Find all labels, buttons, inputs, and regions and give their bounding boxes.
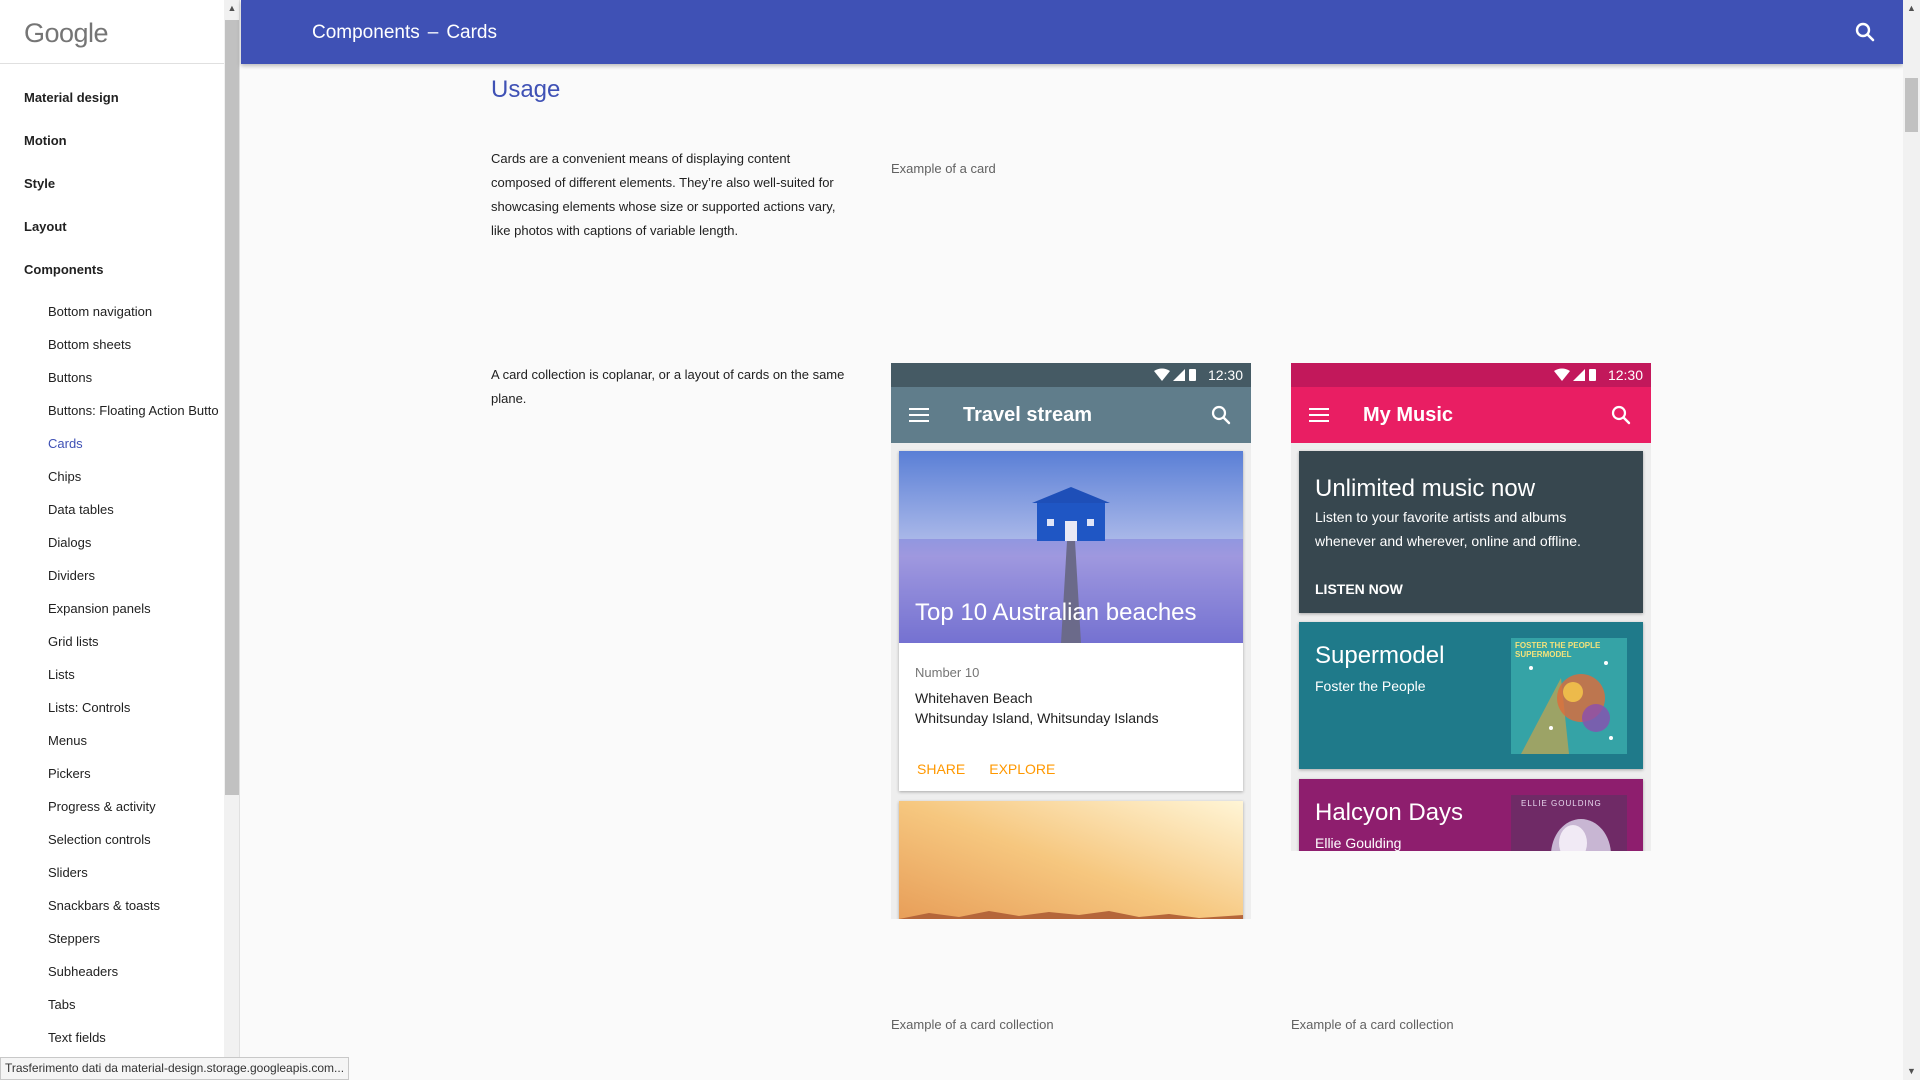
google-logo[interactable]: Google: [0, 0, 239, 64]
card-subtitle: Ellie Goulding: [1315, 835, 1402, 851]
sidebar-item-grid-lists[interactable]: Grid lists: [0, 625, 224, 658]
sidebar-scrollbar-thumb[interactable]: [225, 20, 239, 795]
search-icon[interactable]: [1853, 20, 1877, 44]
sidebar-scrollbar[interactable]: ▲: [224, 0, 239, 1080]
menu-icon[interactable]: [1309, 405, 1329, 425]
status-time: 12:30: [1207, 367, 1243, 383]
sidebar-section-style[interactable]: Style: [0, 162, 224, 205]
scroll-down-arrow-icon[interactable]: ▼: [1903, 1063, 1920, 1080]
status-icons: [1553, 368, 1597, 387]
my-music-phone: 12:30 My Music Unlimited music now Liste…: [1291, 363, 1651, 851]
sidebar-item-bottom-navigation[interactable]: Bottom navigation: [0, 295, 224, 328]
sidebar-item-text-fields[interactable]: Text fields: [0, 1021, 224, 1054]
top-app-bar: Components – Cards: [241, 0, 1903, 64]
browser-status-tooltip: Trasferimento dati da material-design.st…: [0, 1057, 350, 1080]
menu-icon[interactable]: [909, 405, 929, 425]
beach-image: Top 10 Australian beaches: [899, 451, 1243, 643]
status-time: 12:30: [1607, 367, 1643, 383]
share-button[interactable]: SHARE: [907, 759, 975, 779]
status-bar: 12:30: [1291, 363, 1651, 387]
card-line1: Whitehaven Beach: [915, 690, 1033, 706]
card-subtitle: Foster the People: [1315, 678, 1426, 694]
album-label: FOSTER THE PEOPLE SUPERMODEL: [1515, 641, 1601, 659]
sidebar-item-progress-activity[interactable]: Progress & activity: [0, 790, 224, 823]
sidebar-item-lists-controls[interactable]: Lists: Controls: [0, 691, 224, 724]
main-scrollbar[interactable]: ▲ ▼: [1903, 0, 1920, 1080]
card-line2: Whitsunday Island, Whitsunday Islands: [915, 710, 1159, 726]
album-cover-supermodel: FOSTER THE PEOPLE SUPERMODEL: [1511, 638, 1627, 754]
main-scrollbar-thumb[interactable]: [1905, 78, 1918, 132]
sidebar-item-bottom-sheets[interactable]: Bottom sheets: [0, 328, 224, 361]
travel-collection-caption: Example of a card collection: [891, 1017, 1054, 1032]
breadcrumb-separator: –: [427, 22, 439, 43]
music-collection-caption: Example of a card collection: [1291, 1017, 1454, 1032]
unlimited-music-card[interactable]: Unlimited music now Listen to your favor…: [1299, 451, 1643, 613]
beach-card[interactable]: Top 10 Australian beaches Number 10 Whit…: [899, 451, 1243, 791]
app-title: My Music: [1363, 404, 1454, 426]
halcyon-days-card[interactable]: Halcyon Days Ellie Goulding ELLIE GOULDI…: [1299, 779, 1643, 851]
sidebar-item-cards[interactable]: Cards: [0, 427, 224, 460]
card-title: Supermodel: [1315, 642, 1445, 669]
desert-image: [899, 801, 1243, 919]
card-actions: SHARE EXPLORE: [907, 759, 1069, 779]
logo-text: Google: [24, 18, 109, 48]
card-title: Halcyon Days: [1315, 799, 1464, 826]
card-example-caption: Example of a card: [891, 161, 996, 176]
album-cover-halcyon-days: ELLIE GOULDING: [1511, 795, 1627, 851]
status-icons: [1153, 368, 1197, 387]
card-image-title: Top 10 Australian beaches: [915, 599, 1197, 626]
components-list: Bottom navigation Bottom sheets Buttons …: [0, 291, 224, 1054]
card-kicker: Number 10: [915, 665, 980, 680]
sidebar-section-material-design[interactable]: Material design: [0, 76, 224, 119]
card-body: Number 10 Whitehaven Beach Whitsunday Is…: [899, 643, 1243, 726]
sidebar-item-lists[interactable]: Lists: [0, 658, 224, 691]
sidebar-item-pickers[interactable]: Pickers: [0, 757, 224, 790]
desert-card[interactable]: [899, 801, 1243, 919]
supermodel-card[interactable]: Supermodel Foster the People FOSTER THE …: [1299, 622, 1643, 769]
scroll-up-arrow-icon[interactable]: ▲: [224, 0, 239, 16]
sidebar-item-sliders[interactable]: Sliders: [0, 856, 224, 889]
sidebar-item-dialogs[interactable]: Dialogs: [0, 526, 224, 559]
sidebar-section-components[interactable]: Components: [0, 248, 224, 291]
sidebar-item-expansion-panels[interactable]: Expansion panels: [0, 592, 224, 625]
search-icon[interactable]: [1609, 403, 1633, 427]
sidebar-section-motion[interactable]: Motion: [0, 119, 224, 162]
sidebar-item-chips[interactable]: Chips: [0, 460, 224, 493]
search-icon[interactable]: [1209, 403, 1233, 427]
sidebar-section-layout[interactable]: Layout: [0, 205, 224, 248]
app-title: Travel stream: [963, 404, 1092, 426]
explore-button[interactable]: EXPLORE: [979, 759, 1065, 779]
breadcrumb: Components – Cards: [312, 0, 497, 66]
sidebar-item-buttons-fab[interactable]: Buttons: Floating Action Butto: [0, 394, 224, 427]
sidebar-item-tabs[interactable]: Tabs: [0, 988, 224, 1021]
card-collection-paragraph: A card collection is coplanar, or a layo…: [491, 367, 845, 406]
card-text: Listen to your favorite artists and albu…: [1315, 509, 1581, 549]
sidebar-nav: Material design Motion Style Layout Comp…: [0, 64, 224, 1054]
sidebar-item-steppers[interactable]: Steppers: [0, 922, 224, 955]
travel-app-bar: Travel stream: [891, 387, 1251, 443]
sidebar-item-snackbars-toasts[interactable]: Snackbars & toasts: [0, 889, 224, 922]
sidebar-item-selection-controls[interactable]: Selection controls: [0, 823, 224, 856]
section-heading-usage: Usage: [491, 76, 561, 103]
sidebar-item-buttons[interactable]: Buttons: [0, 361, 224, 394]
music-app-bar: My Music: [1291, 387, 1651, 443]
sidebar-item-subheaders[interactable]: Subheaders: [0, 955, 224, 988]
scroll-up-arrow-icon[interactable]: ▲: [1903, 0, 1920, 17]
sidebar-item-menus[interactable]: Menus: [0, 724, 224, 757]
sidebar: Google Material design Motion Style Layo…: [0, 0, 240, 1080]
travel-stream-phone: 12:30 Travel stream Top 10 Australian be…: [891, 363, 1251, 919]
album-label: ELLIE GOULDING: [1521, 799, 1602, 808]
card-title: Unlimited music now: [1315, 475, 1536, 502]
usage-paragraph: Cards are a convenient means of displayi…: [491, 151, 836, 238]
status-bar: 12:30: [891, 363, 1251, 387]
sidebar-item-data-tables[interactable]: Data tables: [0, 493, 224, 526]
listen-now-button[interactable]: LISTEN NOW: [1315, 581, 1403, 597]
breadcrumb-cards: Cards: [446, 22, 497, 43]
breadcrumb-components[interactable]: Components: [312, 22, 420, 43]
sidebar-item-dividers[interactable]: Dividers: [0, 559, 224, 592]
